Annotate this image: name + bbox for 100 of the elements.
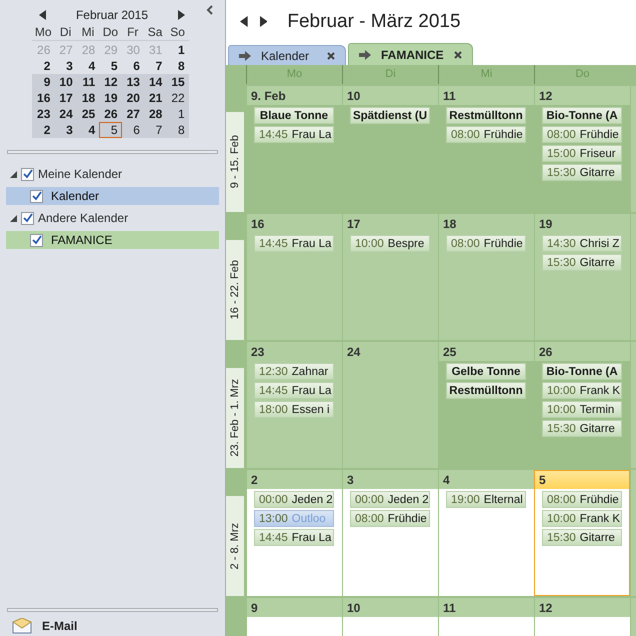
week-label[interactable]: 23. Feb - 1. Mrz bbox=[226, 368, 244, 468]
calendar-day[interactable]: 5 bbox=[99, 122, 122, 138]
week-row[interactable]: 2 3 4 5 6 7 8 bbox=[32, 58, 189, 74]
week-label[interactable]: 16 - 22. Feb bbox=[226, 240, 244, 340]
calendar-day[interactable]: 1 bbox=[166, 106, 189, 122]
today-cell[interactable]: 5 08:00 Frühdie 10:00 Frank K 15:30 Gitarre bbox=[534, 470, 630, 596]
appointment[interactable]: 00:00 Jeden 2 bbox=[350, 491, 430, 508]
calendar-group-label[interactable]: Meine Kalender bbox=[38, 167, 122, 181]
calendar-day[interactable]: 2 bbox=[32, 122, 54, 138]
checkbox[interactable] bbox=[21, 168, 34, 180]
calendar-day[interactable]: 19 bbox=[99, 90, 122, 106]
all-day-event[interactable]: Bio-Tonne (A bbox=[542, 107, 622, 124]
calendar-day[interactable]: 28 bbox=[144, 106, 166, 122]
calendar-day[interactable]: 4 bbox=[76, 122, 100, 138]
appointment[interactable]: 14:45 Frau La bbox=[254, 126, 334, 143]
calendar-day[interactable]: 20 bbox=[122, 90, 144, 106]
appointment[interactable]: 18:00 Essen i bbox=[254, 401, 334, 418]
calendar-day[interactable]: 26 bbox=[99, 106, 122, 122]
day-cell[interactable]: 17 10:00 Bespre bbox=[342, 214, 438, 340]
calendar-day[interactable]: 22 bbox=[166, 90, 189, 106]
calendar-day[interactable]: 9 bbox=[32, 74, 54, 90]
calendar-item[interactable]: Kalender bbox=[6, 187, 219, 205]
calendar-day[interactable]: 6 bbox=[122, 58, 144, 74]
expanded-triangle-icon[interactable] bbox=[10, 214, 17, 222]
calendar-day[interactable]: 4 bbox=[76, 58, 100, 74]
calendar-day[interactable]: 8 bbox=[166, 122, 189, 138]
calendar-day[interactable]: 2 bbox=[32, 58, 54, 74]
all-day-event[interactable]: Spätdienst (U bbox=[350, 107, 430, 124]
appointment[interactable]: 12:30 Zahnar bbox=[254, 363, 334, 380]
checkbox[interactable] bbox=[21, 212, 34, 224]
day-cell[interactable]: 18 08:00 Frühdie bbox=[438, 214, 534, 340]
appointment[interactable]: 08:00 Frühdie bbox=[350, 510, 430, 527]
appointment[interactable]: 10:00 Frank K bbox=[542, 510, 622, 527]
day-cell[interactable]: 24 bbox=[342, 342, 438, 468]
day-cell[interactable]: 4 19:00 Elternal bbox=[438, 470, 534, 596]
calendar-day[interactable]: 5 bbox=[99, 58, 122, 74]
appointment[interactable]: 14:45 Frau La bbox=[254, 382, 334, 399]
selected-week-row[interactable]: 9 10 11 12 13 14 15 bbox=[32, 74, 189, 90]
calendar-day[interactable]: 7 bbox=[144, 58, 166, 74]
expanded-triangle-icon[interactable] bbox=[10, 170, 17, 178]
all-day-event[interactable]: Blaue Tonne bbox=[254, 107, 334, 124]
calendar-day[interactable]: 10 bbox=[54, 74, 77, 90]
day-cell[interactable]: 23 12:30 Zahnar 14:45 Frau La 18:00 Essen i bbox=[246, 342, 342, 468]
week-label[interactable]: 9 - 15. Feb bbox=[226, 112, 244, 212]
all-day-event[interactable]: Gelbe Tonne bbox=[446, 363, 526, 380]
previous-button[interactable] bbox=[238, 14, 250, 29]
appointment[interactable]: 15:30 Gitarre bbox=[542, 420, 622, 437]
calendar-day[interactable]: 1 bbox=[166, 42, 189, 58]
nav-label[interactable]: E-Mail bbox=[42, 619, 78, 633]
all-day-event[interactable]: Restmülltonn bbox=[446, 107, 526, 124]
day-cell[interactable]: 16 14:45 Frau La bbox=[246, 214, 342, 340]
calendar-day[interactable]: 21 bbox=[144, 90, 166, 106]
calendar-day[interactable]: 13 bbox=[122, 74, 144, 90]
calendar-day[interactable]: 18 bbox=[76, 90, 100, 106]
day-cell[interactable]: 19 14:30 Chrisi Z 15:30 Gitarre bbox=[534, 214, 630, 340]
week-row[interactable]: 26 27 28 29 30 31 1 bbox=[32, 42, 189, 58]
calendar-day[interactable]: 27 bbox=[122, 106, 144, 122]
appointment[interactable]: 15:30 Gitarre bbox=[542, 529, 622, 546]
appointment[interactable]: 10:00 Termin bbox=[542, 401, 622, 418]
calendar-tab[interactable]: FAMANICE bbox=[348, 43, 473, 65]
calendar-day[interactable]: 15 bbox=[166, 74, 189, 90]
calendar-day[interactable]: 23 bbox=[32, 106, 54, 122]
day-cell[interactable]: 11 bbox=[438, 598, 534, 636]
appointment[interactable]: 00:00 Jeden 2 bbox=[254, 491, 334, 508]
appointment[interactable]: 14:45 Frau La bbox=[254, 529, 334, 546]
calendar-day[interactable]: 3 bbox=[54, 58, 77, 74]
appointment[interactable]: 08:00 Frühdie bbox=[542, 126, 622, 143]
appointment[interactable]: 08:00 Frühdie bbox=[446, 126, 526, 143]
selected-week-row[interactable]: 16 17 18 19 20 21 22 bbox=[32, 90, 189, 106]
next-button[interactable] bbox=[258, 14, 270, 29]
calendar-tab[interactable]: Kalender bbox=[228, 45, 346, 65]
week-label[interactable]: 2 - 8. Mrz bbox=[226, 496, 244, 596]
appointment[interactable]: 19:00 Elternal bbox=[446, 491, 526, 508]
day-cell[interactable]: 3 00:00 Jeden 2 08:00 Frühdie bbox=[342, 470, 438, 596]
close-icon[interactable] bbox=[454, 50, 462, 58]
appointment[interactable]: 14:45 Frau La bbox=[254, 235, 334, 252]
calendar-day[interactable]: 24 bbox=[54, 106, 77, 122]
selected-week-row[interactable]: 23 24 25 26 27 28 1 bbox=[32, 106, 189, 122]
close-icon[interactable] bbox=[327, 52, 335, 60]
calendar-day[interactable]: 7 bbox=[144, 122, 166, 138]
appointment[interactable]: 15:30 Gitarre bbox=[542, 254, 622, 271]
appointment[interactable]: 08:00 Frühdie bbox=[446, 235, 526, 252]
selected-week-row[interactable]: 2 3 4 5 6 7 8 bbox=[32, 122, 189, 138]
calendar-item[interactable]: FAMANICE bbox=[6, 231, 219, 249]
checkbox[interactable] bbox=[30, 190, 43, 202]
calendar-day[interactable]: 14 bbox=[144, 74, 166, 90]
calendar-day[interactable]: 11 bbox=[76, 74, 100, 90]
day-cell[interactable]: 9 bbox=[246, 598, 342, 636]
appointment[interactable]: 13:00 Outloo bbox=[254, 510, 334, 527]
day-cell[interactable]: 12 bbox=[534, 598, 630, 636]
appointment[interactable]: 10:00 Bespre bbox=[350, 235, 430, 252]
day-cell[interactable]: 2 00:00 Jeden 2 13:00 Outloo 14:45 Frau La bbox=[246, 470, 342, 596]
appointment[interactable]: 08:00 Frühdie bbox=[542, 491, 622, 508]
calendar-group-label[interactable]: Andere Kalender bbox=[38, 211, 128, 225]
appointment[interactable]: 14:30 Chrisi Z bbox=[542, 235, 622, 252]
envelope-icon[interactable] bbox=[12, 618, 32, 634]
appointment[interactable]: 15:00 Friseur bbox=[542, 145, 622, 162]
appointment[interactable]: 15:30 Gitarre bbox=[542, 164, 622, 181]
calendar-day[interactable]: 17 bbox=[54, 90, 77, 106]
calendar-day[interactable]: 16 bbox=[32, 90, 54, 106]
